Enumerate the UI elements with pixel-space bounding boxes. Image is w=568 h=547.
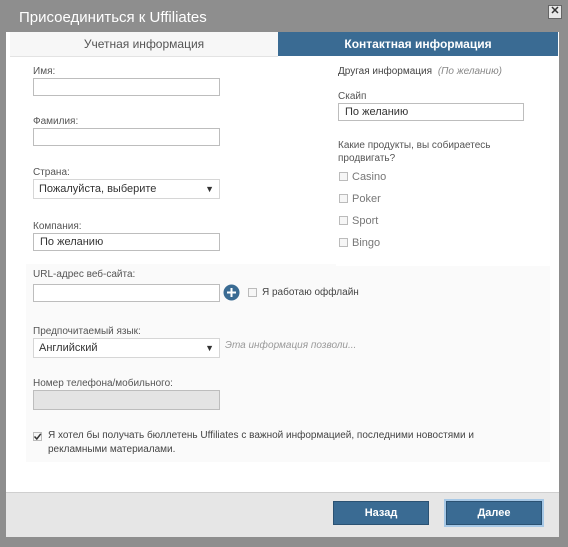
dialog-titlebar: Присоединиться к Uffiliates ✕	[0, 0, 568, 30]
product-bingo-checkbox[interactable]	[339, 238, 348, 247]
product-casino-checkbox[interactable]	[339, 172, 348, 181]
dialog-content: Учетная информация Контактная информация…	[6, 32, 559, 492]
company-input[interactable]: По желанию	[33, 233, 220, 251]
other-info-label: Другая информация (По желанию)	[338, 66, 502, 77]
products-question-line1: Какие продукты, вы собираетесь	[338, 140, 491, 151]
newsletter-checkbox[interactable]	[33, 432, 42, 441]
products-question: Какие продукты, вы собираетесь продвигат…	[338, 139, 491, 165]
country-label: Страна:	[33, 167, 70, 178]
country-select[interactable]: Пожалуйста, выберите ▼	[33, 179, 220, 199]
product-poker-checkbox[interactable]	[339, 194, 348, 203]
tab-account-info[interactable]: Учетная информация	[10, 32, 278, 57]
product-sport-label: Sport	[352, 215, 379, 227]
first-name-label: Имя:	[33, 66, 56, 77]
product-sport-checkbox[interactable]	[339, 216, 348, 225]
product-casino-label: Casino	[352, 171, 387, 183]
dialog-footer: Назад Далее	[6, 492, 559, 537]
close-icon[interactable]: ✕	[548, 5, 562, 19]
product-poker-label: Poker	[352, 193, 381, 205]
dialog-title: Присоединиться к Uffiliates	[19, 9, 207, 26]
country-select-value: Пожалуйста, выберите	[39, 183, 157, 195]
offline-label: Я работаю оффлайн	[262, 287, 359, 298]
other-info-title: Другая информация	[338, 66, 433, 77]
newsletter-label-line2: рекламными материалами.	[48, 444, 176, 455]
caret-down-icon: ▼	[205, 343, 214, 353]
newsletter-label-line1: Я хотел бы получать бюллетень Uffiliates…	[48, 430, 474, 441]
language-hint: Эта информация позволи...	[225, 340, 357, 351]
website-input[interactable]	[33, 284, 220, 302]
last-name-label: Фамилия:	[33, 116, 79, 127]
language-label: Предпочитаемый язык:	[33, 326, 141, 337]
signup-dialog: Присоединиться к Uffiliates ✕ Учетная ин…	[0, 0, 568, 547]
skype-label: Скайп	[338, 91, 367, 102]
add-website-icon[interactable]	[223, 284, 240, 301]
caret-down-icon: ▼	[205, 184, 214, 194]
tab-contact-info[interactable]: Контактная информация	[278, 32, 558, 56]
checkmark-icon	[33, 433, 42, 441]
company-label: Компания:	[33, 221, 82, 232]
back-button[interactable]: Назад	[333, 501, 429, 525]
offline-checkbox[interactable]	[248, 288, 257, 297]
website-label: URL-адрес веб-сайта:	[33, 269, 136, 280]
next-button[interactable]: Далее	[444, 499, 544, 527]
first-name-input[interactable]	[33, 78, 220, 96]
last-name-input[interactable]	[33, 128, 220, 146]
language-select-value: Английский	[39, 342, 98, 354]
other-info-panel: Другая информация (По желанию) Скайп По …	[336, 66, 550, 266]
product-bingo-label: Bingo	[352, 237, 381, 249]
language-select[interactable]: Английский ▼	[33, 338, 220, 358]
skype-input[interactable]: По желанию	[338, 103, 524, 121]
phone-label: Номер телефона/мобильного:	[33, 378, 173, 389]
other-info-hint: (По желанию)	[437, 66, 502, 77]
products-question-line2: продвигать?	[338, 153, 396, 164]
phone-input[interactable]	[33, 390, 220, 410]
